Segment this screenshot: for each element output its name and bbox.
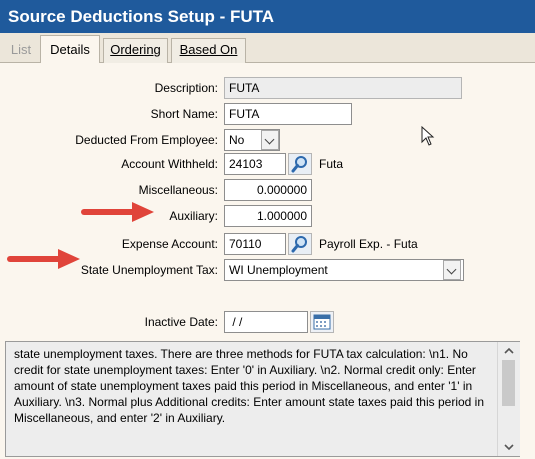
calendar-icon [313,314,331,330]
chevron-up-icon [504,347,514,354]
state-unemployment-tax-label: State Unemployment Tax: [80,263,218,277]
tab-list-label: List [10,42,32,57]
inactive-date-input[interactable]: / / [224,311,308,333]
tab-list: List [3,38,39,63]
lookup-magnifier-icon [291,156,307,173]
help-text: state unemployment taxes. There are thre… [14,347,485,425]
chevron-down-icon [446,264,457,275]
calendar-button[interactable] [310,311,334,333]
mouse-cursor-icon [421,126,435,146]
deducted-dropdown-button[interactable] [261,130,279,150]
short-name-label: Short Name: [150,107,218,121]
account-withheld-input[interactable]: 24103 [224,153,286,175]
state-unemployment-dropdown-button[interactable] [443,260,461,280]
state-unemployment-tax-select[interactable]: WI Unemployment [224,259,464,281]
deducted-from-employee-label: Deducted From Employee: [75,133,218,147]
tab-ordering-label: Ordering [110,42,161,57]
scroll-up-button[interactable] [498,343,520,359]
tab-details-label: Details [50,42,90,57]
account-withheld-lookup-button[interactable] [288,153,312,175]
tab-ordering[interactable]: Ordering [103,38,168,63]
tab-details[interactable]: Details [40,35,100,64]
deducted-from-employee-value: No [229,133,245,147]
scroll-down-button[interactable] [498,439,520,455]
tab-based-on-label: Based On [179,42,238,57]
chevron-down-icon [264,134,275,145]
help-text-scrollbar[interactable] [497,342,520,456]
details-panel: Description: FUTA Short Name: FUTA Deduc… [0,63,535,459]
window-title: Source Deductions Setup - FUTA [0,0,535,33]
short-name-input[interactable]: FUTA [224,103,352,125]
chevron-down-icon [504,444,514,451]
lookup-magnifier-icon [291,236,307,253]
help-text-area[interactable]: state unemployment taxes. There are thre… [5,341,520,457]
account-withheld-name: Futa [319,157,344,171]
expense-account-lookup-button[interactable] [288,233,312,255]
expense-account-name: Payroll Exp. - Futa [319,237,418,251]
description-field: FUTA [224,77,462,99]
state-unemployment-tax-value: WI Unemployment [229,263,328,277]
tab-strip: List Details Ordering Based On [0,33,535,64]
miscellaneous-label: Miscellaneous: [138,183,218,197]
tab-based-on[interactable]: Based On [171,38,246,63]
account-withheld-label: Account Withheld: [121,157,218,171]
description-label: Description: [154,81,218,95]
miscellaneous-input[interactable]: 0.000000 [224,179,312,201]
scroll-thumb[interactable] [502,360,515,406]
auxiliary-input[interactable]: 1.000000 [224,205,312,227]
expense-account-input[interactable]: 70110 [224,233,286,255]
inactive-date-label: Inactive Date: [144,315,218,329]
auxiliary-label: Auxiliary: [169,209,218,223]
